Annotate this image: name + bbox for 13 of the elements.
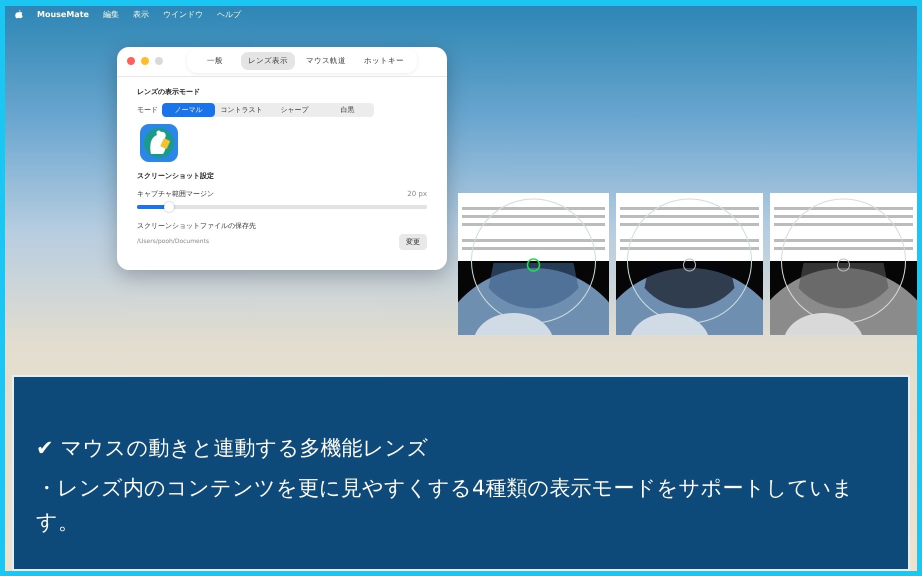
- menu-item[interactable]: ヘルプ: [216, 8, 241, 20]
- feature-headline: ✔ マウスの動きと連動する多機能レンズ: [36, 434, 430, 462]
- feature-description: ・レンズ内のコンテンツを更に見やすくする4種類の表示モードをサポートしています。: [36, 474, 854, 536]
- menu-item[interactable]: ウインドウ: [162, 8, 203, 20]
- minimize-button[interactable]: [141, 57, 149, 66]
- slider-thumb[interactable]: [164, 202, 174, 212]
- apple-logo-icon[interactable]: [15, 10, 23, 19]
- margin-slider[interactable]: [137, 204, 427, 209]
- menu-item[interactable]: 表示: [132, 8, 149, 20]
- close-button[interactable]: [127, 57, 135, 66]
- app-menu[interactable]: MouseMate: [37, 10, 89, 19]
- app-icon: [139, 122, 179, 163]
- menu-item[interactable]: 編集: [102, 8, 119, 20]
